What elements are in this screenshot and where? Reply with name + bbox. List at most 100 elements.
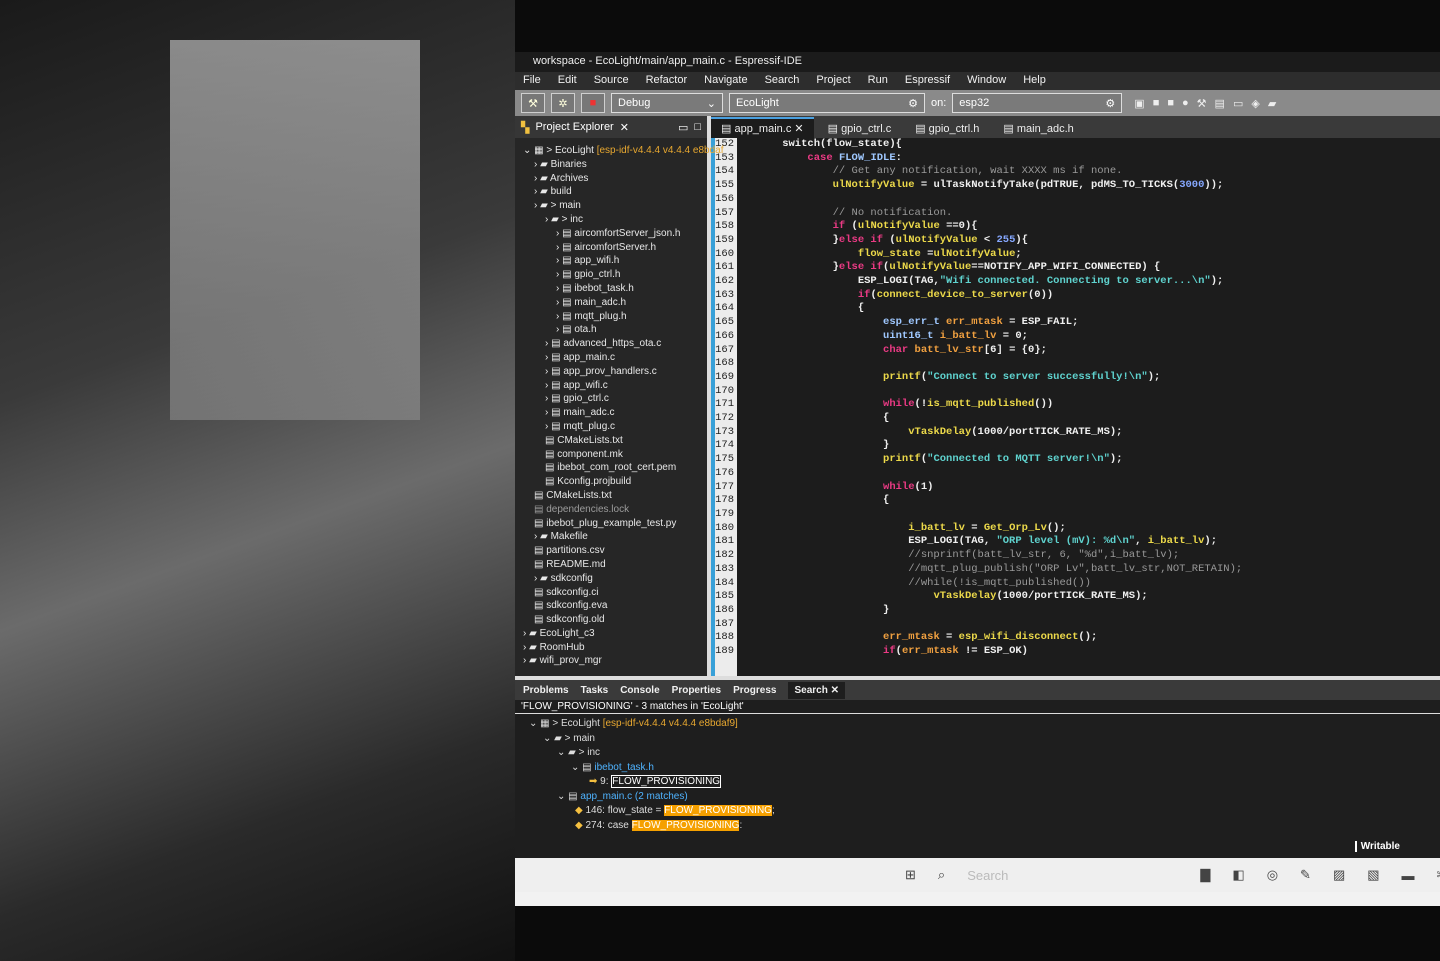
tab-gpio_ctrl-c[interactable]: ▤ gpio_ctrl.c (818, 119, 902, 138)
tree-item[interactable]: › ▰ wifi_prov_mgr (523, 654, 707, 668)
menu-help[interactable]: Help (1023, 74, 1046, 88)
search-icon[interactable]: ⌕ (938, 867, 945, 883)
tree-item[interactable]: › ▰ EcoLight_c3 (523, 627, 707, 641)
menu-navigate[interactable]: Navigate (704, 74, 747, 88)
tree-item[interactable]: › ▰ Archives (523, 172, 707, 186)
tree-item[interactable]: › ▰ Binaries (523, 158, 707, 172)
tab-tasks[interactable]: Tasks (581, 685, 609, 696)
tree-item[interactable]: › ▤ app_wifi.c (523, 379, 707, 393)
new-icon[interactable]: ▣ (1134, 97, 1144, 110)
word-icon[interactable]: ▧ (1367, 867, 1379, 883)
tab-app_main-c[interactable]: ▤ app_main.c ✕ (711, 117, 814, 138)
tree-item[interactable]: › ▰ > inc (523, 213, 707, 227)
tree-item[interactable]: › ▤ gpio_ctrl.c (523, 392, 707, 406)
tree-item[interactable]: › ▤ aircomfortServer.h (523, 241, 707, 255)
tree-item[interactable]: › ▤ gpio_ctrl.h (523, 268, 707, 282)
tree-item[interactable]: ▤ sdkconfig.old (523, 613, 707, 627)
briefcase-icon[interactable]: ▇ (1200, 867, 1210, 883)
build-button[interactable]: ⚒ (521, 93, 545, 113)
tree-item[interactable]: › ▰ Makefile (523, 530, 707, 544)
close-icon[interactable]: ✕ (828, 685, 839, 696)
menu-edit[interactable]: Edit (558, 74, 577, 88)
tree-item[interactable]: › ▰ sdkconfig (523, 572, 707, 586)
file-icon[interactable]: ▤ (1215, 97, 1225, 110)
terminal-icon[interactable]: ▭ (1233, 97, 1243, 110)
tab-main_adc-h[interactable]: ▤ main_adc.h (993, 119, 1083, 138)
editor-app-icon[interactable]: ✎ (1300, 867, 1311, 883)
tree-item[interactable]: ▤ ibebot_com_root_cert.pem (523, 461, 707, 475)
tree-item[interactable]: ▤ README.md (523, 558, 707, 572)
tab-problems[interactable]: Problems (523, 685, 569, 696)
tab-gpio_ctrl-h[interactable]: ▤ gpio_ctrl.h (905, 119, 989, 138)
tree-item[interactable]: ▤ CMakeLists.txt (523, 489, 707, 503)
result-match[interactable]: ➡ 9: FLOW_PROVISIONING (529, 775, 1426, 790)
menu-file[interactable]: File (523, 74, 541, 88)
debug-button[interactable]: ✲ (551, 93, 575, 113)
minimize-icon[interactable]: ▭ (678, 121, 688, 134)
tree-item[interactable]: ▤ CMakeLists.txt (523, 434, 707, 448)
tab-console[interactable]: Console (620, 685, 659, 696)
menu-source[interactable]: Source (594, 74, 629, 88)
menu-search[interactable]: Search (765, 74, 800, 88)
tree-item[interactable]: ▤ dependencies.lock (523, 503, 707, 517)
menu-window[interactable]: Window (967, 74, 1006, 88)
save-icon[interactable]: ■ (1153, 97, 1160, 110)
close-icon[interactable]: ✕ (620, 121, 629, 134)
gear-icon[interactable]: ⚙ (908, 97, 918, 110)
terminal-icon[interactable]: ▬ (1402, 868, 1415, 883)
gear-icon[interactable]: ⚙ (1105, 97, 1115, 110)
tree-item[interactable]: ▤ Kconfig.projbuild (523, 475, 707, 489)
result-match[interactable]: ◆ 274: case FLOW_PROVISIONING: (529, 819, 1426, 834)
tree-item[interactable]: › ▤ ibebot_task.h (523, 282, 707, 296)
tree-item[interactable]: › ▤ mqtt_plug.h (523, 310, 707, 324)
result-inc[interactable]: ⌄ ▰ > inc (529, 746, 1426, 761)
menu-espressif[interactable]: Espressif (905, 74, 950, 88)
stop-button[interactable]: ■ (581, 93, 605, 113)
tree-item[interactable]: › ▤ advanced_https_ota.c (523, 337, 707, 351)
result-match[interactable]: ◆ 146: flow_state = FLOW_PROVISIONING; (529, 804, 1426, 819)
code-text[interactable]: switch(flow_state){ case FLOW_IDLE: // G… (737, 138, 1242, 676)
tab-search[interactable]: Search ✕ (788, 681, 846, 699)
close-icon[interactable]: ✕ (791, 123, 803, 135)
tree-item[interactable]: ▤ sdkconfig.ci (523, 586, 707, 600)
target-select[interactable]: esp32 ⚙ (952, 93, 1123, 113)
open-type-icon[interactable]: ◈ (1251, 97, 1259, 110)
folder-icon[interactable]: ▰ (1268, 97, 1276, 110)
chrome-icon[interactable]: ◎ (1267, 867, 1278, 883)
menu-refactor[interactable]: Refactor (646, 74, 688, 88)
tree-item[interactable]: ▤ sdkconfig.eva (523, 599, 707, 613)
save-all-icon[interactable]: ■ (1167, 97, 1174, 110)
launch-mode-select[interactable]: Debug ⌄ (611, 93, 723, 113)
tree-item[interactable]: › ▰ RoomHub (523, 641, 707, 655)
tab-properties[interactable]: Properties (672, 685, 721, 696)
project-explorer-tab[interactable]: ▚ Project Explorer ✕ ▭ □ (515, 116, 707, 138)
tree-item[interactable]: › ▤ main_adc.h (523, 296, 707, 310)
tree-root[interactable]: ⌄ ▦ > EcoLight [esp-idf-v4.4.4 v4.4.4 e8… (523, 144, 723, 158)
tree-item[interactable]: ▤ component.mk (523, 448, 707, 462)
tab-progress[interactable]: Progress (733, 685, 776, 696)
run-icon[interactable]: ● (1182, 97, 1189, 110)
snipping-icon[interactable]: ✂ (1437, 867, 1440, 883)
outlook-icon[interactable]: ◧ (1232, 867, 1244, 883)
tree-item[interactable]: › ▤ aircomfortServer_json.h (523, 227, 707, 241)
tree-item[interactable]: › ▤ mqtt_plug.c (523, 420, 707, 434)
launch-config-select[interactable]: EcoLight ⚙ (729, 93, 925, 113)
result-main[interactable]: ⌄ ▰ > main (529, 732, 1426, 747)
tree-item[interactable]: › ▰ build (523, 185, 707, 199)
menu-project[interactable]: Project (816, 74, 850, 88)
tree-item[interactable]: ▤ ibebot_plug_example_test.py (523, 517, 707, 531)
tree-item[interactable]: › ▤ ota.h (523, 323, 707, 337)
excel-icon[interactable]: ▨ (1333, 867, 1345, 883)
start-icon[interactable]: ⊞ (905, 867, 916, 883)
tree-item[interactable]: › ▤ app_main.c (523, 351, 707, 365)
tree-item[interactable]: › ▤ app_wifi.h (523, 254, 707, 268)
menu-run[interactable]: Run (868, 74, 888, 88)
tree-item[interactable]: › ▤ main_adc.c (523, 406, 707, 420)
tool-icon[interactable]: ⚒ (1197, 97, 1207, 110)
tree-item[interactable]: › ▰ > main (523, 199, 707, 213)
tree-item[interactable]: ▤ partitions.csv (523, 544, 707, 558)
result-file[interactable]: ⌄ ▤ app_main.c (2 matches) (529, 790, 1426, 805)
result-file[interactable]: ⌄ ▤ ibebot_task.h (529, 761, 1426, 776)
maximize-icon[interactable]: □ (694, 121, 701, 133)
taskbar-search[interactable]: Search (967, 868, 1008, 883)
